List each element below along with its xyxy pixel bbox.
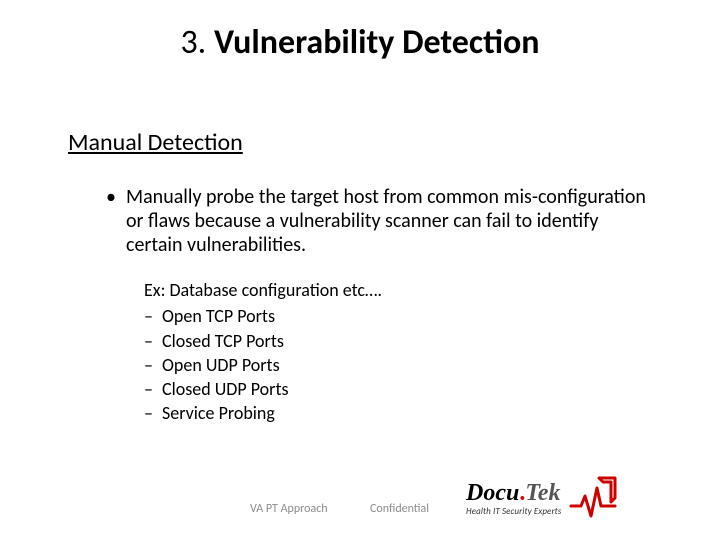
list-item: Closed TCP Ports: [144, 329, 624, 353]
logo-part-docu: Docu: [466, 480, 519, 507]
sub-block: Ex: Database configuration etc…. Open TC…: [144, 278, 624, 426]
body-text: Manually probe the target host from comm…: [106, 185, 646, 257]
list-item: Open UDP Ports: [144, 353, 624, 377]
logo-tagline: Health IT Security Experts: [466, 506, 561, 517]
slide: 3. Vulnerability Detection Manual Detect…: [0, 0, 720, 540]
footer: VA PT Approach Confidential Docu.Tek Hea…: [0, 482, 720, 522]
main-bullet: Manually probe the target host from comm…: [106, 185, 646, 257]
pulse-icon: [569, 476, 617, 520]
subheading: Manual Detection: [68, 128, 243, 157]
example-label: Ex: Database configuration etc….: [144, 278, 624, 302]
logo-part-tek: Tek: [525, 480, 560, 507]
list-item: Service Probing: [144, 401, 624, 425]
title-text: Vulnerability Detection: [214, 22, 540, 63]
slide-title: 3. Vulnerability Detection: [0, 22, 720, 63]
dash-list: Open TCP Ports Closed TCP Ports Open UDP…: [144, 304, 624, 425]
logo-text: Docu.Tek: [466, 480, 561, 507]
list-item: Closed UDP Ports: [144, 377, 624, 401]
footer-left: VA PT Approach: [250, 502, 328, 516]
title-number: 3.: [180, 22, 206, 63]
footer-confidential: Confidential: [370, 502, 429, 516]
list-item: Open TCP Ports: [144, 304, 624, 328]
company-logo: Docu.Tek Health IT Security Experts: [466, 476, 686, 522]
